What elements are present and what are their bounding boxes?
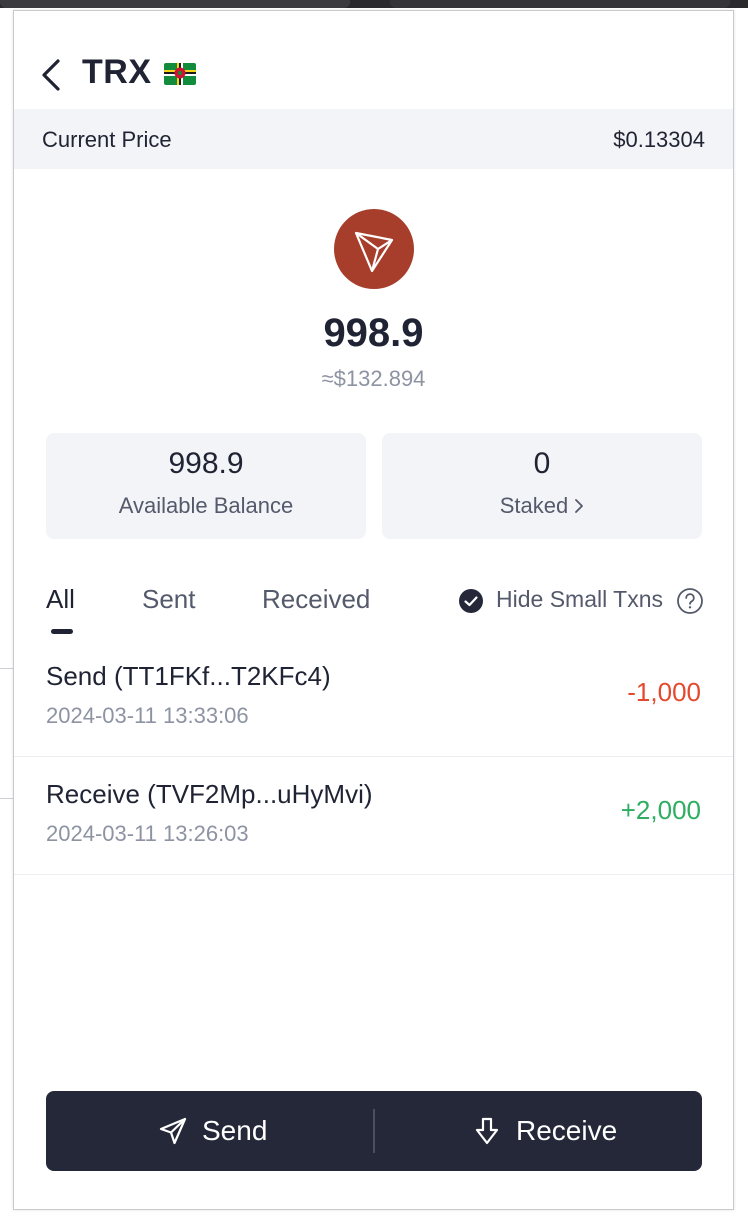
transaction-title: Receive (TVF2Mp...uHyMvi) [46, 779, 373, 809]
receive-button[interactable]: Receive [375, 1091, 702, 1171]
help-circle-icon[interactable] [676, 587, 704, 615]
available-balance-value: 998.9 [168, 447, 244, 480]
send-label: Send [202, 1115, 268, 1146]
action-bar: Send Receive [46, 1091, 702, 1171]
active-tab-indicator [51, 629, 73, 634]
browser-tab [0, 0, 350, 8]
wallet-popup: TRX Current Price $0.13304 998.9 ≈$132.8… [13, 10, 734, 1210]
transaction-tabs: All Sent Received Hide Small Txns [14, 576, 733, 636]
paper-plane-icon [159, 1117, 187, 1145]
staked-label-row: Staked [382, 493, 702, 519]
chevron-right-icon [575, 498, 584, 513]
dominica-flag-icon [164, 63, 196, 85]
staked-value: 0 [533, 447, 551, 480]
browser-top-strip [0, 0, 748, 8]
tron-logo-icon [334, 209, 414, 289]
fiat-value: ≈$132.894 [321, 366, 426, 391]
current-price-value: $0.13304 [613, 127, 705, 152]
tab-received[interactable]: Received [262, 584, 370, 615]
transaction-title: Send (TT1FKf...T2KFc4) [46, 661, 331, 691]
current-price-bar: Current Price $0.13304 [14, 109, 733, 169]
hide-small-txns-label: Hide Small Txns [496, 586, 664, 612]
transaction-amount: +2,000 [620, 795, 701, 825]
receive-label: Receive [516, 1115, 618, 1146]
browser-tab [390, 0, 730, 8]
token-balance: 998.9 [323, 311, 424, 355]
staked-card[interactable]: 0 Staked [382, 433, 702, 539]
header: TRX [14, 11, 733, 109]
transaction-row-receive[interactable]: Receive (TVF2Mp...uHyMvi) 2024-03-11 13:… [14, 757, 733, 875]
checkmark-circle-icon[interactable] [458, 588, 484, 614]
transaction-date: 2024-03-11 13:33:06 [46, 703, 249, 728]
background-divider [0, 798, 13, 799]
tab-sent[interactable]: Sent [142, 584, 196, 615]
transaction-amount: -1,000 [627, 677, 701, 707]
transaction-row-send[interactable]: Send (TT1FKf...T2KFc4) 2024-03-11 13:33:… [14, 639, 733, 757]
back-arrow-icon[interactable] [40, 57, 64, 93]
available-balance-card: 998.9 Available Balance [46, 433, 366, 539]
tab-all[interactable]: All [46, 584, 75, 615]
background-divider [0, 668, 13, 669]
page-title: TRX [82, 53, 152, 91]
arrow-down-icon [475, 1117, 499, 1145]
send-button[interactable]: Send [46, 1091, 373, 1171]
available-balance-label: Available Balance [118, 493, 294, 518]
current-price-label: Current Price [42, 127, 172, 152]
transaction-date: 2024-03-11 13:26:03 [46, 821, 249, 846]
staked-label: Staked [499, 493, 569, 518]
